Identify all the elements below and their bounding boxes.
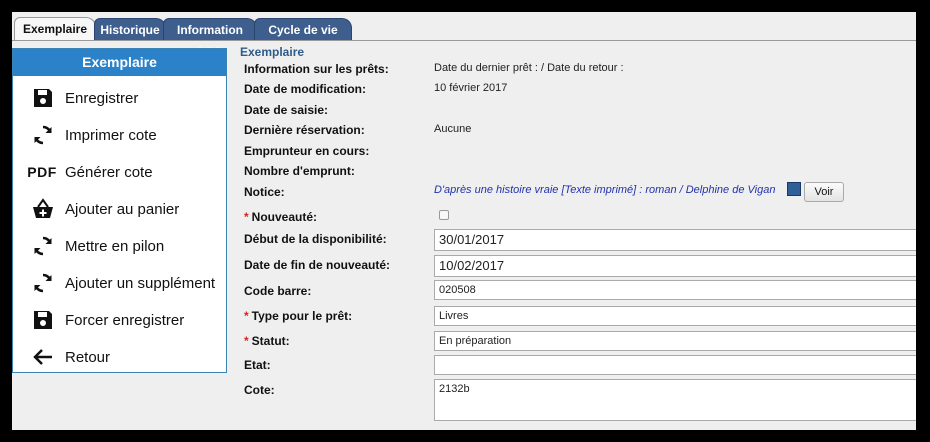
sidebar-item-mettre-pilon[interactable]: Mettre en pilon <box>13 229 226 263</box>
field-label: * Type pour le prêt: <box>244 309 353 323</box>
refresh-icon <box>29 121 57 149</box>
sidebar-header: Exemplaire <box>13 49 226 76</box>
fin-nouveaute-input[interactable]: 10/02/2017 <box>434 255 916 277</box>
sidebar-item-label: Ajouter au panier <box>65 200 180 218</box>
field-value: Date du dernier prêt : / Date du retour … <box>434 62 624 74</box>
field-value: Aucune <box>434 123 472 135</box>
cote-textarea[interactable]: 2132b <box>434 379 916 421</box>
sidebar-item-forcer-enregistrer[interactable]: Forcer enregistrer <box>13 303 226 337</box>
sidebar-item-label: Forcer enregistrer <box>65 311 185 329</box>
field-label: Notice: <box>244 185 285 199</box>
pdf-icon: PDF <box>27 164 57 180</box>
sidebar-item-label: Imprimer cote <box>65 126 157 144</box>
code-barre-input[interactable]: 020508 <box>434 280 916 300</box>
field-label: Cote: <box>244 383 275 397</box>
sidebar-item-enregistrer[interactable]: Enregistrer <box>13 81 226 115</box>
statut-select[interactable]: En préparation <box>434 331 916 351</box>
required-mark: * <box>244 334 249 348</box>
save-icon <box>29 306 57 334</box>
type-pret-select[interactable]: Livres <box>434 306 916 326</box>
basket-add-icon <box>29 195 57 223</box>
field-label: Information sur les prêts: <box>244 62 389 76</box>
sidebar-item-label: Ajouter un supplément <box>65 274 216 292</box>
tab-bar: Exemplaire Historique Information BDP Cy… <box>12 12 916 59</box>
field-label: Date de fin de nouveauté: <box>244 258 391 272</box>
tab-information-bdp[interactable]: Information BDP <box>163 18 257 59</box>
field-label: Code barre: <box>244 284 312 298</box>
sidebar-item-imprimer-cote[interactable]: Imprimer cote <box>13 118 226 152</box>
field-label: Début de la disponibilité: <box>244 232 387 246</box>
sidebar-item-ajouter-supplement[interactable]: Ajouter un supplément <box>13 266 226 300</box>
debut-disponibilite-input[interactable]: 30/01/2017 <box>434 229 916 251</box>
arrow-left-icon <box>29 343 57 371</box>
sidebar-item-ajouter-panier[interactable]: Ajouter au panier <box>13 192 226 226</box>
field-label: Nombre d'emprunt: <box>244 164 355 178</box>
required-mark: * <box>244 309 249 323</box>
tab-cycle-de-vie[interactable]: Cycle de vie <box>254 18 352 40</box>
refresh-icon <box>29 269 57 297</box>
section-title: Exemplaire <box>240 45 305 59</box>
refresh-icon <box>29 232 57 260</box>
etat-input[interactable] <box>434 355 916 375</box>
sidebar-item-label: Mettre en pilon <box>65 237 165 255</box>
sidebar: Exemplaire Enregistrer Imprimer cote PDF… <box>12 48 227 373</box>
field-label: Emprunteur en cours: <box>244 144 370 158</box>
tab-exemplaire[interactable]: Exemplaire <box>14 17 96 41</box>
voir-button[interactable]: Voir <box>804 182 844 202</box>
tab-divider <box>12 40 916 41</box>
field-label: Date de saisie: <box>244 103 329 117</box>
field-label: Date de modification: <box>244 82 367 96</box>
sidebar-item-label: Retour <box>65 348 111 366</box>
tab-historique[interactable]: Historique <box>94 18 166 40</box>
sidebar-item-generer-cote[interactable]: PDF Générer cote <box>13 155 226 189</box>
required-mark: * <box>244 210 249 224</box>
field-label: * Nouveauté: <box>244 210 318 224</box>
field-label: Etat: <box>244 358 271 372</box>
sidebar-item-label: Enregistrer <box>65 89 139 107</box>
field-value: 10 février 2017 <box>434 82 508 94</box>
sidebar-item-label: Générer cote <box>65 163 153 181</box>
app-window: Exemplaire Historique Information BDP Cy… <box>12 12 916 430</box>
field-label: * Statut: <box>244 334 290 348</box>
nouveaute-checkbox[interactable] <box>439 210 449 220</box>
notice-link[interactable]: D'après une histoire vraie [Texte imprim… <box>434 184 782 196</box>
sidebar-item-retour[interactable]: Retour <box>13 340 226 374</box>
save-icon <box>29 84 57 112</box>
external-link-icon[interactable] <box>787 182 801 196</box>
field-label: Dernière réservation: <box>244 123 365 137</box>
